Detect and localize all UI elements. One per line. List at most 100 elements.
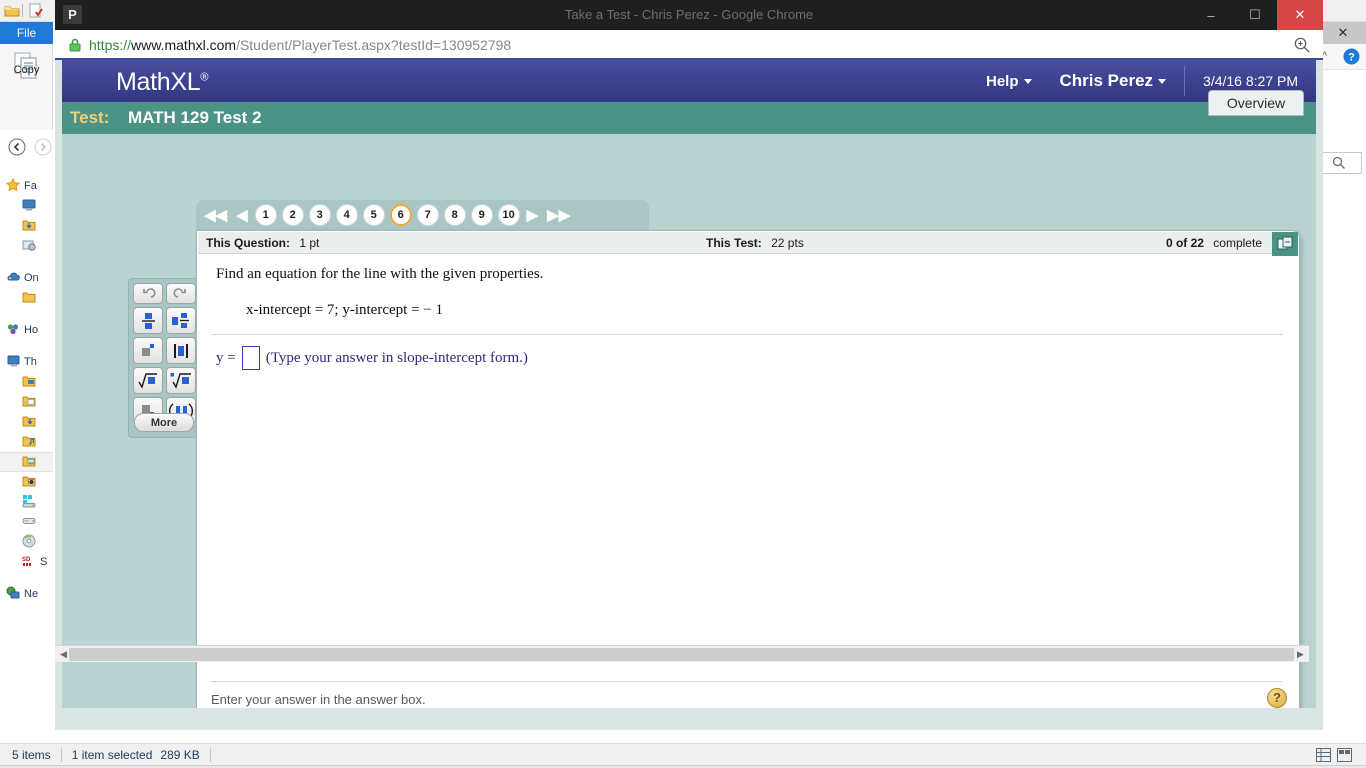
tree-item-onedrive[interactable]: On (0, 268, 53, 288)
maximize-button[interactable]: ☐ (1233, 0, 1277, 30)
svg-text:?: ? (1348, 52, 1355, 64)
question-help-icon[interactable]: ? (1267, 688, 1287, 708)
forward-icon[interactable] (34, 138, 52, 161)
mixed-number-icon[interactable] (166, 307, 196, 334)
overview-button[interactable]: Overview (1208, 90, 1304, 116)
question-link-4[interactable]: 4 (335, 204, 358, 226)
answer-row: y = (Type your answer in slope-intercept… (216, 346, 528, 370)
videos-folder-icon (22, 474, 36, 491)
downloads-folder-icon (22, 218, 36, 235)
question-link-6-current[interactable]: 6 (389, 204, 412, 226)
exponent-icon[interactable] (133, 337, 163, 364)
scrollbar-thumb[interactable] (69, 648, 1294, 661)
tree-item-this-pc[interactable]: Th (0, 352, 53, 372)
explorer-navigation-tree[interactable]: Fa On Ho Th SD S Ne (0, 164, 53, 740)
local-disk-icon (22, 494, 36, 511)
tree-item-downloads-folder[interactable] (0, 412, 53, 432)
sd-card-icon: SD (22, 554, 36, 571)
question-link-9[interactable]: 9 (470, 204, 493, 226)
nth-root-icon[interactable] (166, 367, 196, 394)
question-link-7[interactable]: 7 (416, 204, 439, 226)
tree-item-drive[interactable] (0, 512, 53, 532)
minimize-button[interactable]: – (1189, 0, 1233, 30)
properties-icon[interactable] (28, 3, 44, 19)
explorer-navigation-bar (0, 130, 53, 164)
redo-icon[interactable] (166, 283, 196, 304)
prev-question-arrow[interactable]: ◀ (234, 206, 250, 224)
explorer-close-button[interactable]: ✕ (1320, 22, 1366, 44)
tree-item-label: Ne (24, 588, 39, 600)
question-link-3[interactable]: 3 (308, 204, 331, 226)
mathxl-logo: MathXL® (116, 68, 209, 96)
palette-more-button[interactable]: More (134, 413, 194, 432)
tree-item-desktop[interactable] (0, 196, 53, 216)
tree-item-onedrive-folder[interactable] (0, 288, 53, 308)
tree-item-pictures-folder[interactable] (0, 452, 53, 472)
question-link-10[interactable]: 10 (497, 204, 520, 226)
tree-item-desktop-folder[interactable] (0, 372, 53, 392)
question-link-8[interactable]: 8 (443, 204, 466, 226)
tree-item-downloads[interactable] (0, 216, 53, 236)
tree-item-sd-card[interactable]: SD S (0, 552, 53, 572)
next-question-arrow[interactable]: ▶ (525, 206, 541, 224)
help-icon[interactable]: ? (1343, 48, 1360, 70)
answer-input[interactable] (241, 346, 260, 370)
chevron-down-icon (1158, 79, 1167, 85)
tree-item-documents-folder[interactable] (0, 392, 53, 412)
question-link-1[interactable]: 1 (254, 204, 277, 226)
window-title: Take a Test - Chris Perez - Google Chrom… (564, 7, 814, 22)
back-icon[interactable] (8, 138, 26, 161)
tree-item-favorites[interactable]: Fa (0, 176, 53, 196)
explorer-file-tab[interactable]: File (0, 22, 53, 44)
url-text[interactable]: https://www.mathxl.com/Student/PlayerTes… (89, 30, 511, 60)
fraction-icon[interactable] (133, 307, 163, 334)
chrome-title-bar: P Take a Test - Chris Perez - Google Chr… (55, 0, 1323, 30)
tree-item-homegroup[interactable]: Ho (0, 320, 53, 340)
this-test-label: This Test: (706, 236, 762, 250)
large-icons-view-icon[interactable] (1337, 748, 1352, 765)
close-button[interactable]: ✕ (1277, 0, 1323, 30)
chrome-window: P Take a Test - Chris Perez - Google Chr… (55, 0, 1323, 730)
this-pc-icon (6, 354, 20, 371)
undo-icon[interactable] (133, 283, 163, 304)
folder-icon[interactable] (4, 3, 20, 19)
search-icon (1332, 156, 1346, 175)
url-host: www.mathxl.com (131, 37, 237, 53)
tree-item-network[interactable]: Ne (0, 584, 53, 604)
desktop-folder-icon (22, 374, 36, 391)
lock-icon[interactable] (69, 38, 81, 52)
this-test-info: This Test: 22 pts (706, 236, 804, 250)
question-navigation[interactable]: ◀◀ ◀ 1 2 3 4 5 6 7 8 9 10 ▶ ▶▶ (196, 200, 649, 230)
square-root-icon[interactable] (133, 367, 163, 394)
explorer-search-input[interactable] (1322, 152, 1362, 174)
details-view-icon[interactable] (1316, 748, 1331, 765)
help-menu-button[interactable]: Help (986, 73, 1060, 90)
user-menu-button[interactable]: Chris Perez (1060, 71, 1185, 91)
absolute-value-icon[interactable] (166, 337, 196, 364)
music-folder-icon (22, 434, 36, 451)
status-divider (209, 747, 211, 762)
zoom-icon[interactable] (1293, 36, 1311, 54)
last-question-button[interactable]: ▶▶ (545, 206, 572, 224)
tree-item-music-folder[interactable] (0, 432, 53, 452)
horizontal-scrollbar[interactable]: ◀ ▶ (55, 645, 1309, 662)
view-mode-buttons[interactable] (1316, 748, 1352, 765)
tree-item-recent-places[interactable] (0, 236, 53, 256)
status-divider (60, 747, 62, 762)
omnibox[interactable]: https://www.mathxl.com/Student/PlayerTes… (55, 30, 1323, 60)
math-palette[interactable]: More (128, 278, 198, 438)
question-link-2[interactable]: 2 (281, 204, 304, 226)
test-label: Test: (70, 108, 110, 127)
dvd-drive-icon (22, 534, 36, 551)
this-question-label: This Question: (206, 236, 290, 250)
tree-item-dvd-drive[interactable] (0, 532, 53, 552)
first-question-button[interactable]: ◀◀ (202, 206, 229, 224)
popout-window-icon[interactable] (1272, 232, 1298, 256)
url-path: /Student/PlayerTest.aspx?testId=13095279… (236, 37, 512, 53)
scroll-right-icon[interactable]: ▶ (1294, 648, 1307, 661)
tree-item-local-disk[interactable] (0, 492, 53, 512)
onedrive-icon (6, 270, 20, 287)
question-link-5[interactable]: 5 (362, 204, 385, 226)
this-question-info: This Question: 1 pt (206, 236, 319, 250)
tree-item-videos-folder[interactable] (0, 472, 53, 492)
